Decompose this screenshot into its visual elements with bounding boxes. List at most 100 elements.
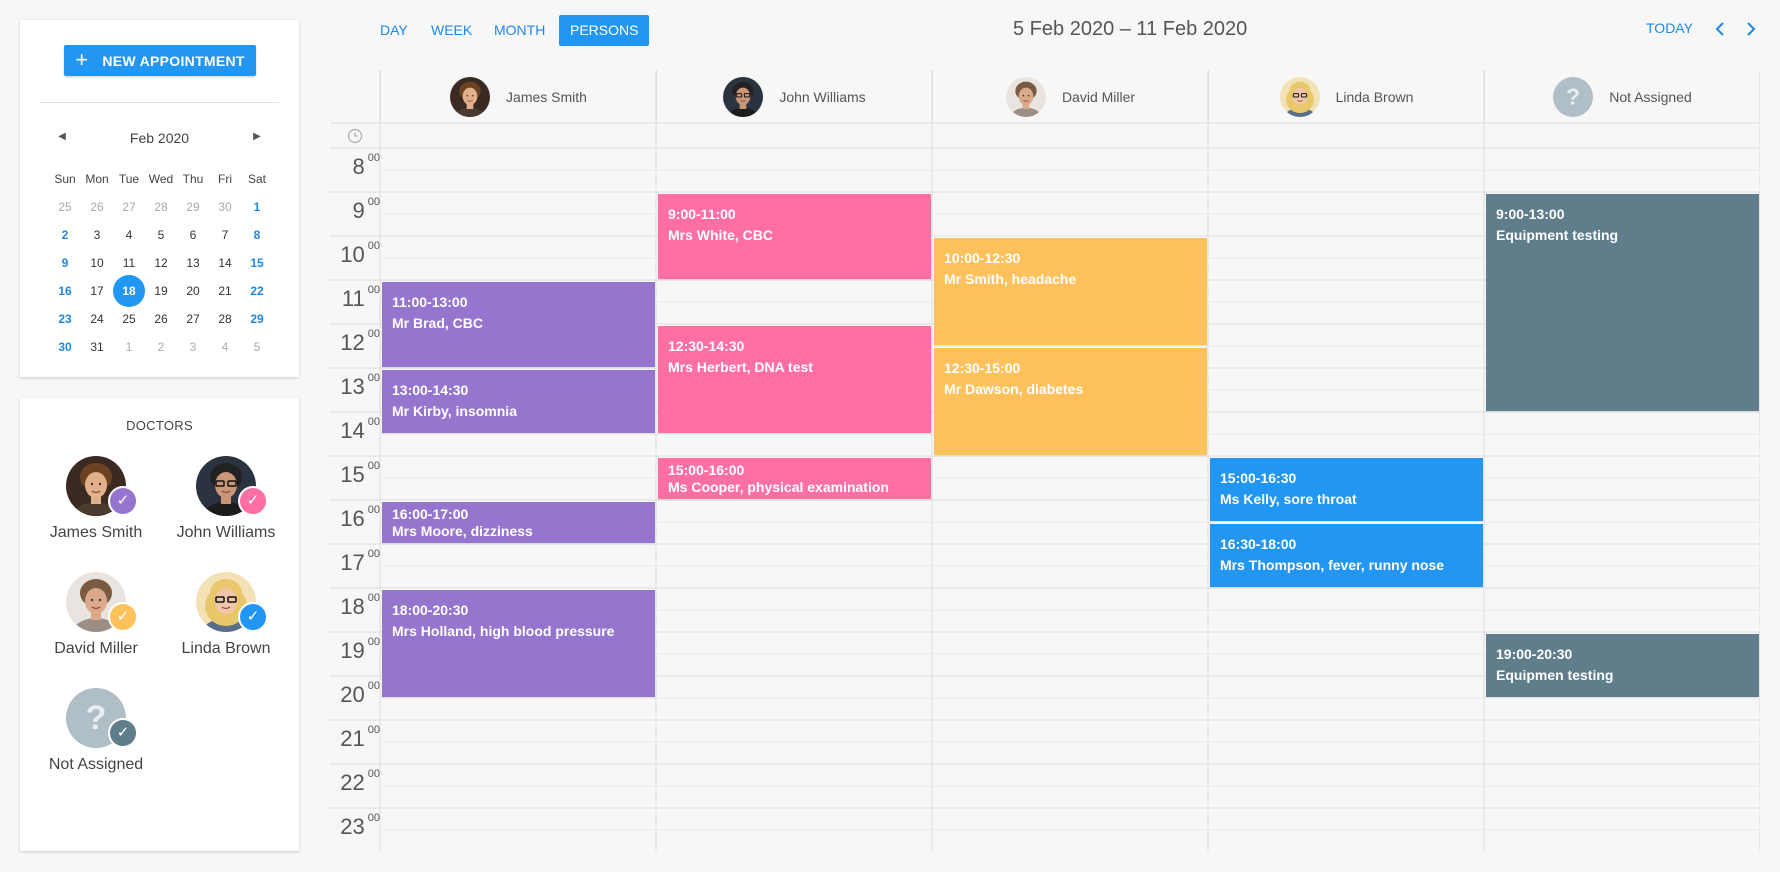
minutes-value: 00: [367, 328, 380, 340]
column-header-linda-brown[interactable]: Linda Brown: [1208, 70, 1484, 123]
minutes-value: 00: [367, 812, 380, 824]
day-number: 23: [58, 312, 72, 326]
mini-calendar-day[interactable]: 3: [177, 333, 209, 361]
minutes-value: 00: [367, 636, 380, 648]
mini-calendar-day[interactable]: 12: [145, 249, 177, 277]
hour-label: 13 00: [330, 372, 380, 400]
mini-calendar-day[interactable]: 30: [49, 333, 81, 361]
mini-calendar-day[interactable]: 29: [241, 305, 273, 333]
mini-calendar-day[interactable]: 1: [113, 333, 145, 361]
doctor-john-williams[interactable]: ✓ John Williams: [161, 456, 291, 542]
doctor-david-miller[interactable]: ✓ David Miller: [31, 572, 161, 658]
chevron-left-icon[interactable]: [1710, 18, 1730, 40]
hour-value: 12: [340, 330, 365, 355]
column-header-not-assigned[interactable]: ? Not Assigned: [1484, 70, 1760, 123]
chevron-right-icon[interactable]: [1741, 18, 1761, 40]
mini-calendar-day[interactable]: 23: [49, 305, 81, 333]
mini-calendar-day[interactable]: 28: [145, 193, 177, 221]
mini-calendar-today[interactable]: 18: [113, 275, 145, 307]
mini-calendar-day[interactable]: 20: [177, 277, 209, 305]
mini-calendar-day[interactable]: 24: [81, 305, 113, 333]
mini-calendar-day[interactable]: 11: [113, 249, 145, 277]
doctor-not-assigned[interactable]: ? ✓ Not Assigned: [31, 688, 161, 774]
mini-calendar-day[interactable]: 15: [241, 249, 273, 277]
mini-calendar-day[interactable]: 31: [81, 333, 113, 361]
day-number: 3: [93, 228, 101, 242]
day-number: 27: [122, 200, 136, 214]
day-number: 19: [154, 284, 168, 298]
mini-calendar-day[interactable]: 9: [49, 249, 81, 277]
appointment[interactable]: 12:30-14:30 Mrs Herbert, DNA test: [658, 326, 931, 433]
hour-label: 16 00: [330, 504, 380, 532]
mini-calendar-day[interactable]: 5: [145, 221, 177, 249]
mini-calendar-day[interactable]: 30: [209, 193, 241, 221]
column-header-john-williams[interactable]: John Williams: [656, 70, 932, 123]
hour-label: 22 00: [330, 768, 380, 796]
mini-calendar-day[interactable]: 4: [113, 221, 145, 249]
view-persons-button[interactable]: PERSONS: [559, 15, 650, 46]
mini-calendar-day[interactable]: 26: [81, 193, 113, 221]
doctor-james-smith[interactable]: ✓ James Smith: [31, 456, 161, 542]
mini-calendar-day[interactable]: 6: [177, 221, 209, 249]
hour-label: 15 00: [330, 460, 380, 488]
view-month-button[interactable]: MONTH: [483, 15, 556, 46]
mini-calendar-day[interactable]: 26: [145, 305, 177, 333]
appointment[interactable]: 15:00-16:30 Ms Kelly, sore throat: [1210, 458, 1483, 521]
appointment[interactable]: 16:30-18:00 Mrs Thompson, fever, runny no…: [1210, 524, 1483, 587]
new-appointment-button[interactable]: + NEW APPOINTMENT: [64, 45, 256, 76]
mini-calendar-day[interactable]: 13: [177, 249, 209, 277]
mini-calendar-day[interactable]: 5: [241, 333, 273, 361]
mini-calendar-day[interactable]: 22: [241, 277, 273, 305]
check-icon[interactable]: ✓: [108, 718, 138, 748]
mini-calendar-day[interactable]: 25: [49, 193, 81, 221]
mini-calendar-day[interactable]: 16: [49, 277, 81, 305]
appointment[interactable]: 12:30-15:00 Mr Dawson, diabetes: [934, 348, 1207, 455]
appointment[interactable]: 9:00-13:00 Equipment testing: [1486, 194, 1759, 411]
appointment[interactable]: 13:00-14:30 Mr Kirby, insomnia: [382, 370, 655, 433]
mini-calendar-day[interactable]: 17: [81, 277, 113, 305]
check-icon[interactable]: ✓: [108, 486, 138, 516]
appointment[interactable]: 9:00-11:00 Mrs White, CBC: [658, 194, 931, 279]
mini-calendar-day[interactable]: 29: [177, 193, 209, 221]
appointment-time: 10:00-12:30: [944, 250, 1021, 266]
appointment[interactable]: 16:00-17:00 Mrs Moore, dizziness: [382, 502, 655, 543]
mini-calendar-day[interactable]: 19: [145, 277, 177, 305]
mini-calendar-day[interactable]: 4: [209, 333, 241, 361]
mini-calendar-day[interactable]: 2: [49, 221, 81, 249]
doctor-linda-brown[interactable]: ✓ Linda Brown: [161, 572, 291, 658]
view-week-button[interactable]: WEEK: [420, 15, 483, 46]
hour-value: 14: [340, 418, 365, 443]
mini-calendar-day[interactable]: 8: [241, 221, 273, 249]
mini-calendar-day[interactable]: 25: [113, 305, 145, 333]
day-number: 12: [154, 256, 168, 270]
appointment[interactable]: 19:00-20:30 Equipmen testing: [1486, 634, 1759, 697]
mini-calendar-day[interactable]: 1: [241, 193, 273, 221]
mini-calendar-day[interactable]: 2: [145, 333, 177, 361]
weekday-label: Sun: [54, 172, 76, 186]
day-number: 9: [61, 256, 69, 270]
appointment[interactable]: 18:00-20:30 Mrs Holland, high blood press…: [382, 590, 655, 697]
mini-calendar-day[interactable]: 7: [209, 221, 241, 249]
mini-calendar-day[interactable]: 14: [209, 249, 241, 277]
check-icon[interactable]: ✓: [238, 486, 268, 516]
mini-calendar-day[interactable]: 3: [81, 221, 113, 249]
day-number: 29: [250, 312, 264, 326]
mini-calendar-day[interactable]: 27: [113, 193, 145, 221]
doctor-name: John Williams: [176, 524, 276, 541]
minutes-value: 00: [367, 196, 380, 208]
mini-calendar-day[interactable]: 21: [209, 277, 241, 305]
appointment[interactable]: 11:00-13:00 Mr Brad, CBC: [382, 282, 655, 367]
check-icon[interactable]: ✓: [238, 602, 268, 632]
column-header-james-smith[interactable]: James Smith: [380, 70, 656, 123]
today-button[interactable]: TODAY: [1646, 20, 1693, 36]
view-day-button[interactable]: DAY: [369, 15, 419, 46]
mini-calendar-day[interactable]: 10: [81, 249, 113, 277]
mini-calendar-day[interactable]: 28: [209, 305, 241, 333]
day-number: 7: [221, 228, 229, 242]
appointment[interactable]: 15:00-16:00 Ms Cooper, physical examinati…: [658, 458, 931, 499]
check-icon[interactable]: ✓: [108, 602, 138, 632]
mini-calendar-next-icon[interactable]: ▶: [248, 127, 266, 145]
column-header-david-miller[interactable]: David Miller: [932, 70, 1208, 123]
appointment[interactable]: 10:00-12:30 Mr Smith, headache: [934, 238, 1207, 345]
mini-calendar-day[interactable]: 27: [177, 305, 209, 333]
